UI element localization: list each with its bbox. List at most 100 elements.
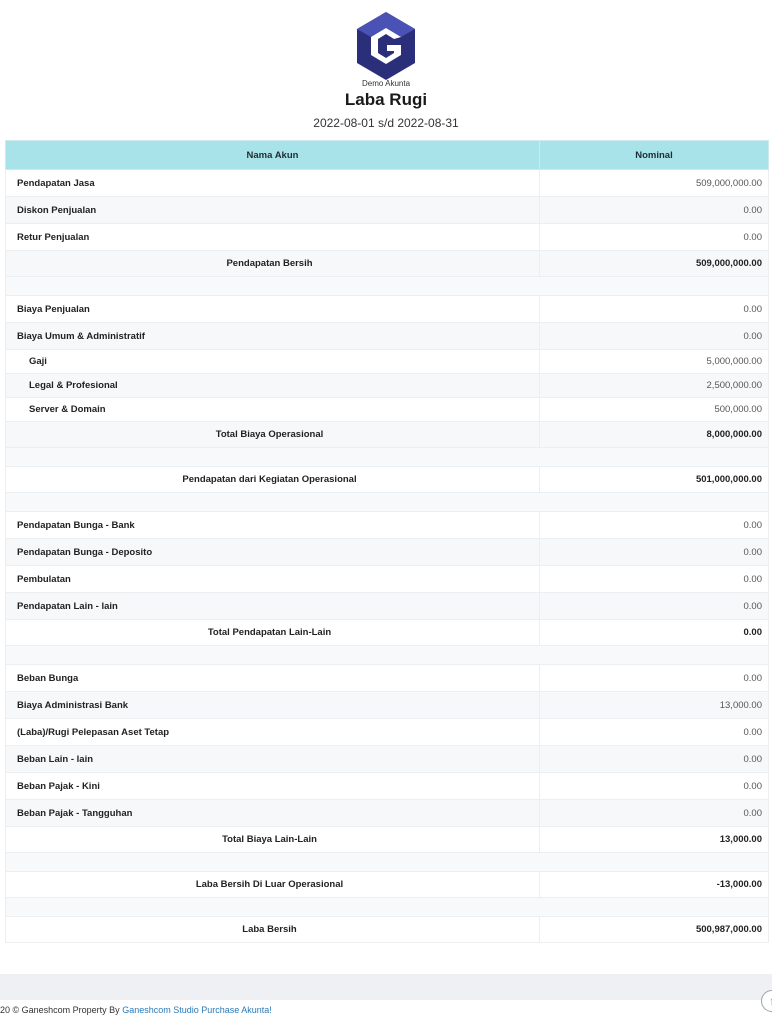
company-name: Demo Akunta — [361, 79, 411, 88]
account-name-cell: Biaya Umum & Administratif — [5, 322, 540, 350]
spacer-row — [5, 645, 769, 665]
column-header-account-name: Nama Akun — [5, 140, 540, 170]
nominal-cell: 0.00 — [539, 664, 769, 692]
nominal-cell: 501,000,000.00 — [539, 466, 769, 493]
spacer-cell — [5, 897, 769, 917]
total-row: Pendapatan Bersih 509,000,000.00 — [5, 250, 769, 277]
scroll-top-button[interactable]: ↑ — [761, 990, 772, 1012]
nominal-cell: 0.00 — [539, 223, 769, 251]
total-row: Total Pendapatan Lain-Lain 0.00 — [5, 619, 769, 646]
spacer-cell — [5, 852, 769, 872]
spacer-cell — [5, 276, 769, 296]
spacer-cell — [5, 492, 769, 512]
account-name-cell: Beban Pajak - Kini — [5, 772, 540, 800]
spacer-row — [5, 897, 769, 917]
spacer-row — [5, 276, 769, 296]
account-name-cell: Pendapatan Bunga - Deposito — [5, 538, 540, 566]
account-name-cell: Laba Bersih — [5, 916, 540, 943]
profit-loss-table: Nama Akun Nominal Pendapatan Jasa 509,000… — [5, 140, 769, 943]
total-row: Total Biaya Lain-Lain 13,000.00 — [5, 826, 769, 853]
nominal-cell: 2,500,000.00 — [539, 373, 769, 398]
account-name-cell: Total Biaya Lain-Lain — [5, 826, 540, 853]
account-name-cell: Biaya Administrasi Bank — [5, 691, 540, 719]
table-row: (Laba)/Rugi Pelepasan Aset Tetap 0.00 — [5, 718, 769, 746]
account-name-cell: Beban Lain - lain — [5, 745, 540, 773]
nominal-cell: 0.00 — [539, 772, 769, 800]
account-name-cell: Server & Domain — [5, 397, 540, 422]
nominal-cell: 0.00 — [539, 295, 769, 323]
account-name-cell: Total Biaya Operasional — [5, 421, 540, 448]
table-row: Beban Pajak - Tangguhan 0.00 — [5, 799, 769, 827]
account-name-cell: Biaya Penjualan — [5, 295, 540, 323]
total-row: Laba Bersih 500,987,000.00 — [5, 916, 769, 943]
account-name-cell: Pendapatan dari Kegiatan Operasional — [5, 466, 540, 493]
account-name-cell: Laba Bersih Di Luar Operasional — [5, 871, 540, 898]
total-row: Total Biaya Operasional 8,000,000.00 — [5, 421, 769, 448]
table-row: Pendapatan Lain - lain 0.00 — [5, 592, 769, 620]
table-row: Beban Bunga 0.00 — [5, 664, 769, 692]
table-row: Pendapatan Jasa 509,000,000.00 — [5, 169, 769, 197]
account-name-cell: Pendapatan Lain - lain — [5, 592, 540, 620]
footer-text: 20 © Ganeshcom Property By Ganeshcom Stu… — [0, 1005, 272, 1015]
account-name-cell: Retur Penjualan — [5, 223, 540, 251]
table-row: Legal & Profesional 2,500,000.00 — [5, 373, 769, 398]
account-name-cell: Pembulatan — [5, 565, 540, 593]
account-name-cell: Pendapatan Jasa — [5, 169, 540, 197]
table-row: Diskon Penjualan 0.00 — [5, 196, 769, 224]
report-title: Laba Rugi — [344, 90, 428, 109]
account-name-cell: Legal & Profesional — [5, 373, 540, 398]
table-row: Retur Penjualan 0.00 — [5, 223, 769, 251]
footer-copyright: 20 © Ganeshcom Property By — [0, 1005, 123, 1015]
table-header-row: Nama Akun Nominal — [5, 140, 769, 170]
nominal-cell: 509,000,000.00 — [539, 169, 769, 197]
spacer-cell — [5, 447, 769, 467]
nominal-cell: 0.00 — [539, 745, 769, 773]
table-row: Server & Domain 500,000.00 — [5, 397, 769, 422]
nominal-cell: 500,000.00 — [539, 397, 769, 422]
table-row: Beban Pajak - Kini 0.00 — [5, 772, 769, 800]
account-name-cell: Pendapatan Bersih — [5, 250, 540, 277]
nominal-cell: 0.00 — [539, 322, 769, 350]
nominal-cell: 0.00 — [539, 196, 769, 224]
account-name-cell: Gaji — [5, 349, 540, 374]
nominal-cell: 0.00 — [539, 538, 769, 566]
column-header-nominal: Nominal — [539, 140, 769, 170]
akunta-logo-icon — [357, 12, 415, 80]
table-row: Pendapatan Bunga - Deposito 0.00 — [5, 538, 769, 566]
nominal-cell: 0.00 — [539, 592, 769, 620]
account-name-cell: Beban Bunga — [5, 664, 540, 692]
table-row: Biaya Administrasi Bank 13,000.00 — [5, 691, 769, 719]
spacer-cell — [5, 645, 769, 665]
nominal-cell: 13,000.00 — [539, 691, 769, 719]
table-row: Gaji 5,000,000.00 — [5, 349, 769, 374]
spacer-row — [5, 447, 769, 467]
nominal-cell: 0.00 — [539, 619, 769, 646]
nominal-cell: 13,000.00 — [539, 826, 769, 853]
table-row: Biaya Penjualan 0.00 — [5, 295, 769, 323]
nominal-cell: 0.00 — [539, 799, 769, 827]
nominal-cell: 0.00 — [539, 565, 769, 593]
table-row: Biaya Umum & Administratif 0.00 — [5, 322, 769, 350]
nominal-cell: 8,000,000.00 — [539, 421, 769, 448]
footer-purchase-link[interactable]: Ganeshcom Studio Purchase Akunta! — [122, 1005, 272, 1015]
nominal-cell: -13,000.00 — [539, 871, 769, 898]
total-row: Pendapatan dari Kegiatan Operasional 501,… — [5, 466, 769, 493]
account-name-cell: Total Pendapatan Lain-Lain — [5, 619, 540, 646]
table-row: Beban Lain - lain 0.00 — [5, 745, 769, 773]
report-period: 2022-08-01 s/d 2022-08-31 — [313, 116, 459, 130]
nominal-cell: 0.00 — [539, 511, 769, 539]
spacer-row — [5, 852, 769, 872]
total-row: Laba Bersih Di Luar Operasional -13,000.0… — [5, 871, 769, 898]
table-row: Pembulatan 0.00 — [5, 565, 769, 593]
table-row: Pendapatan Bunga - Bank 0.00 — [5, 511, 769, 539]
footer-band — [0, 974, 772, 1000]
nominal-cell: 5,000,000.00 — [539, 349, 769, 374]
account-name-cell: Pendapatan Bunga - Bank — [5, 511, 540, 539]
nominal-cell: 500,987,000.00 — [539, 916, 769, 943]
spacer-row — [5, 492, 769, 512]
nominal-cell: 0.00 — [539, 718, 769, 746]
nominal-cell: 509,000,000.00 — [539, 250, 769, 277]
account-name-cell: Beban Pajak - Tangguhan — [5, 799, 540, 827]
account-name-cell: Diskon Penjualan — [5, 196, 540, 224]
account-name-cell: (Laba)/Rugi Pelepasan Aset Tetap — [5, 718, 540, 746]
